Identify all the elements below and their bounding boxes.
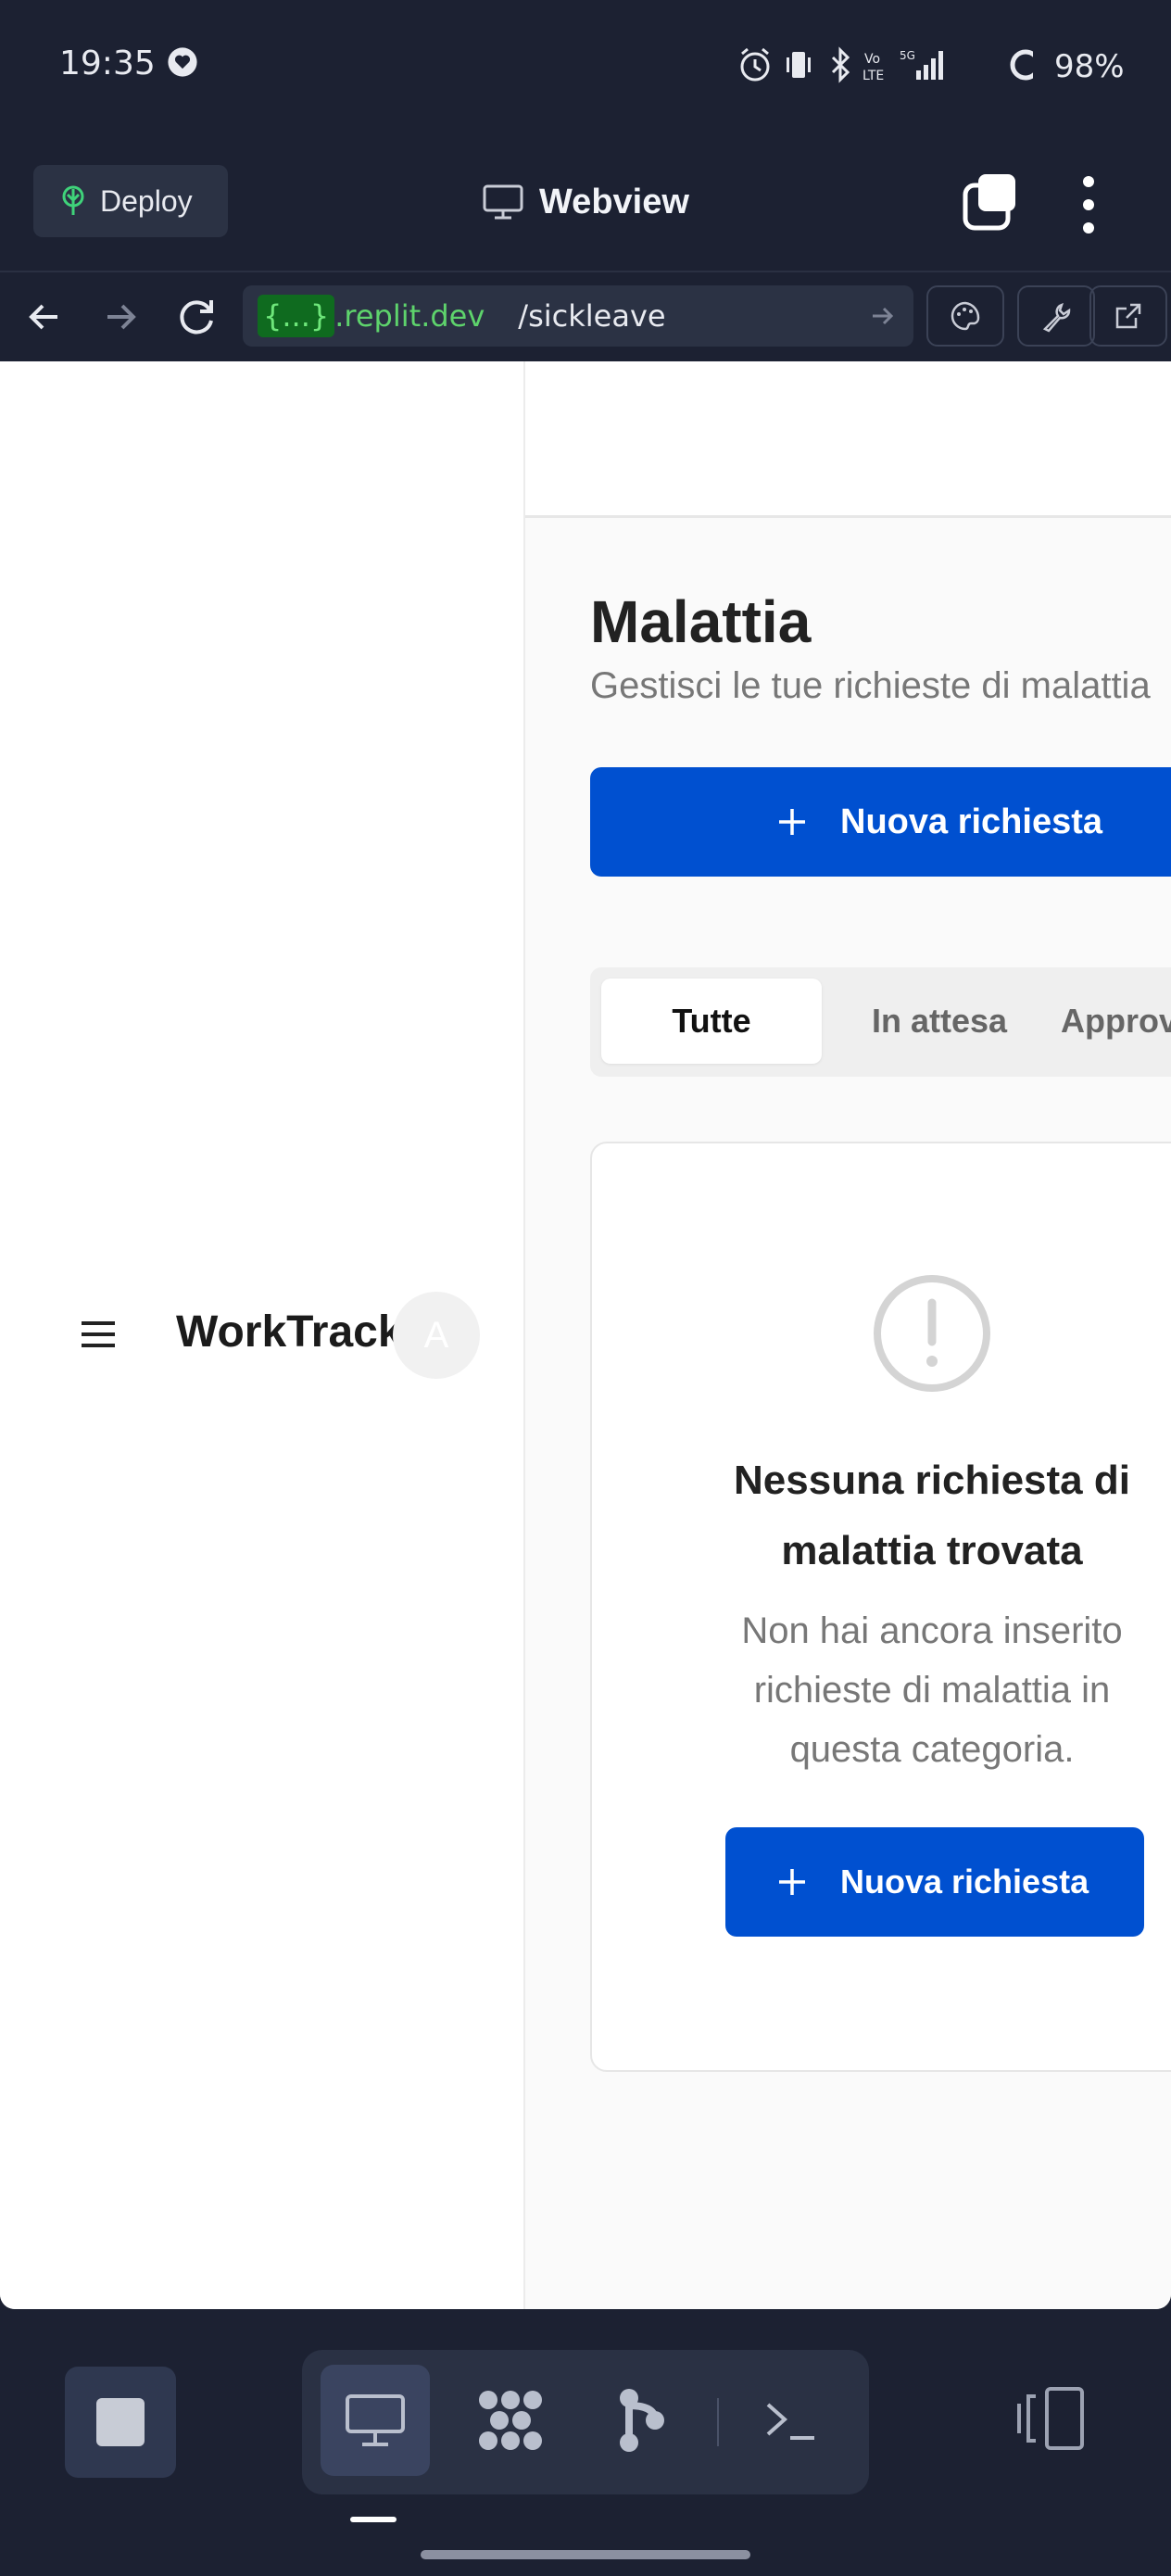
plus-icon [779, 1869, 805, 1895]
back-arrow-icon[interactable] [15, 287, 74, 347]
palette-button[interactable] [926, 285, 1004, 347]
deploy-label: Deploy [100, 183, 193, 218]
main-header [525, 361, 1171, 518]
new-request-button[interactable]: Nuova richiesta [590, 767, 1171, 877]
tab-pending[interactable]: In attesa [833, 979, 1046, 1064]
empty-state-title: Nessuna richiesta di malattia trovata [734, 1458, 1130, 1573]
replit-toolbar: Deploy Webview [0, 139, 1171, 272]
empty-state-description: Non hai ancora inserito richieste di mal… [741, 1610, 1123, 1770]
toolbar-divider [717, 2398, 719, 2446]
open-external-button[interactable] [1089, 285, 1167, 347]
heart-icon [168, 47, 197, 77]
tabs-icon[interactable] [962, 172, 1017, 232]
stop-icon [96, 2398, 145, 2446]
deploy-icon [62, 185, 84, 215]
svg-text:LTE: LTE [863, 69, 884, 83]
stop-button[interactable] [65, 2367, 176, 2478]
main-content: Malattia Gestisci le tue richieste di ma… [525, 361, 1171, 2309]
url-host: .replit.dev [334, 298, 485, 334]
device-preview-icon[interactable] [1010, 2381, 1093, 2456]
svg-text:5G: 5G [900, 49, 915, 62]
new-request-label: Nuova richiesta [840, 802, 1102, 841]
go-arrow-icon[interactable] [869, 302, 897, 330]
avatar[interactable]: A [393, 1292, 480, 1379]
tab-approved[interactable]: Approvate [1061, 979, 1171, 1064]
webview-title: Webview [482, 174, 689, 230]
plus-icon [779, 809, 805, 835]
address-bar: {...} .replit.dev /sickleave [0, 272, 1171, 361]
hamburger-menu-icon[interactable] [78, 1316, 119, 1353]
bottom-toolbar [0, 2309, 1171, 2576]
url-host-tag: {...} [258, 295, 335, 337]
monitor-icon [483, 184, 523, 220]
empty-state-new-request-button[interactable]: Nuova richiesta [725, 1827, 1144, 1937]
more-vertical-icon[interactable] [1065, 172, 1112, 237]
bluetooth-icon [831, 46, 850, 83]
deploy-button[interactable]: Deploy [33, 165, 228, 237]
terminal-icon [766, 2403, 814, 2440]
5g-signal-icon: 5G [900, 49, 943, 80]
reload-icon[interactable] [169, 287, 228, 347]
empty-state-button-label: Nuova richiesta [840, 1863, 1089, 1900]
status-time: 19:35 [59, 44, 156, 82]
page-title: Malattia [590, 588, 812, 655]
empty-state-card: Nessuna richiesta di malattia trovata No… [590, 1142, 1171, 2072]
system-status-icons: Vo LTE 5G [740, 46, 1033, 83]
tool-git-button[interactable] [586, 2365, 695, 2476]
active-tab-indicator [350, 2517, 397, 2522]
volte-icon: Vo LTE [863, 52, 884, 83]
svg-text:Vo: Vo [864, 52, 880, 67]
status-bar: 19:35 Vo LTE 5G 98% [0, 0, 1171, 139]
external-link-icon [1115, 303, 1141, 329]
tool-switcher [302, 2350, 869, 2494]
tab-all[interactable]: Tutte [601, 979, 822, 1064]
webview-content: WorkTrack A Malattia Gestisci le tue ric… [0, 361, 1171, 2309]
brand-name: WorkTrack [176, 1307, 403, 1357]
url-path: /sickleave [518, 298, 666, 334]
alarm-icon [740, 47, 770, 82]
wrench-icon [1042, 302, 1071, 333]
forward-arrow-icon[interactable] [91, 287, 150, 347]
alert-circle-icon [874, 1275, 990, 1392]
sidebar: WorkTrack A [0, 361, 525, 2309]
vibrate-icon [787, 52, 811, 78]
tool-extensions-button[interactable] [456, 2365, 565, 2476]
webview-title-label: Webview [539, 182, 689, 221]
filter-tabs: Tutte In attesa Approvate [590, 967, 1171, 1077]
git-branch-icon [620, 2389, 664, 2452]
tool-webview-button[interactable] [321, 2365, 430, 2476]
battery-percentage: 98% [1054, 48, 1125, 85]
battery-icon [1010, 49, 1033, 81]
extensions-icon [479, 2391, 542, 2450]
home-indicator[interactable] [421, 2550, 750, 2559]
monitor-icon [346, 2394, 405, 2446]
page-subtitle: Gestisci le tue richieste di malattia [590, 665, 1151, 706]
tool-shell-button[interactable] [736, 2365, 845, 2476]
url-field[interactable]: {...} .replit.dev /sickleave [243, 285, 913, 347]
devtools-button[interactable] [1017, 285, 1095, 347]
palette-icon [951, 301, 980, 331]
